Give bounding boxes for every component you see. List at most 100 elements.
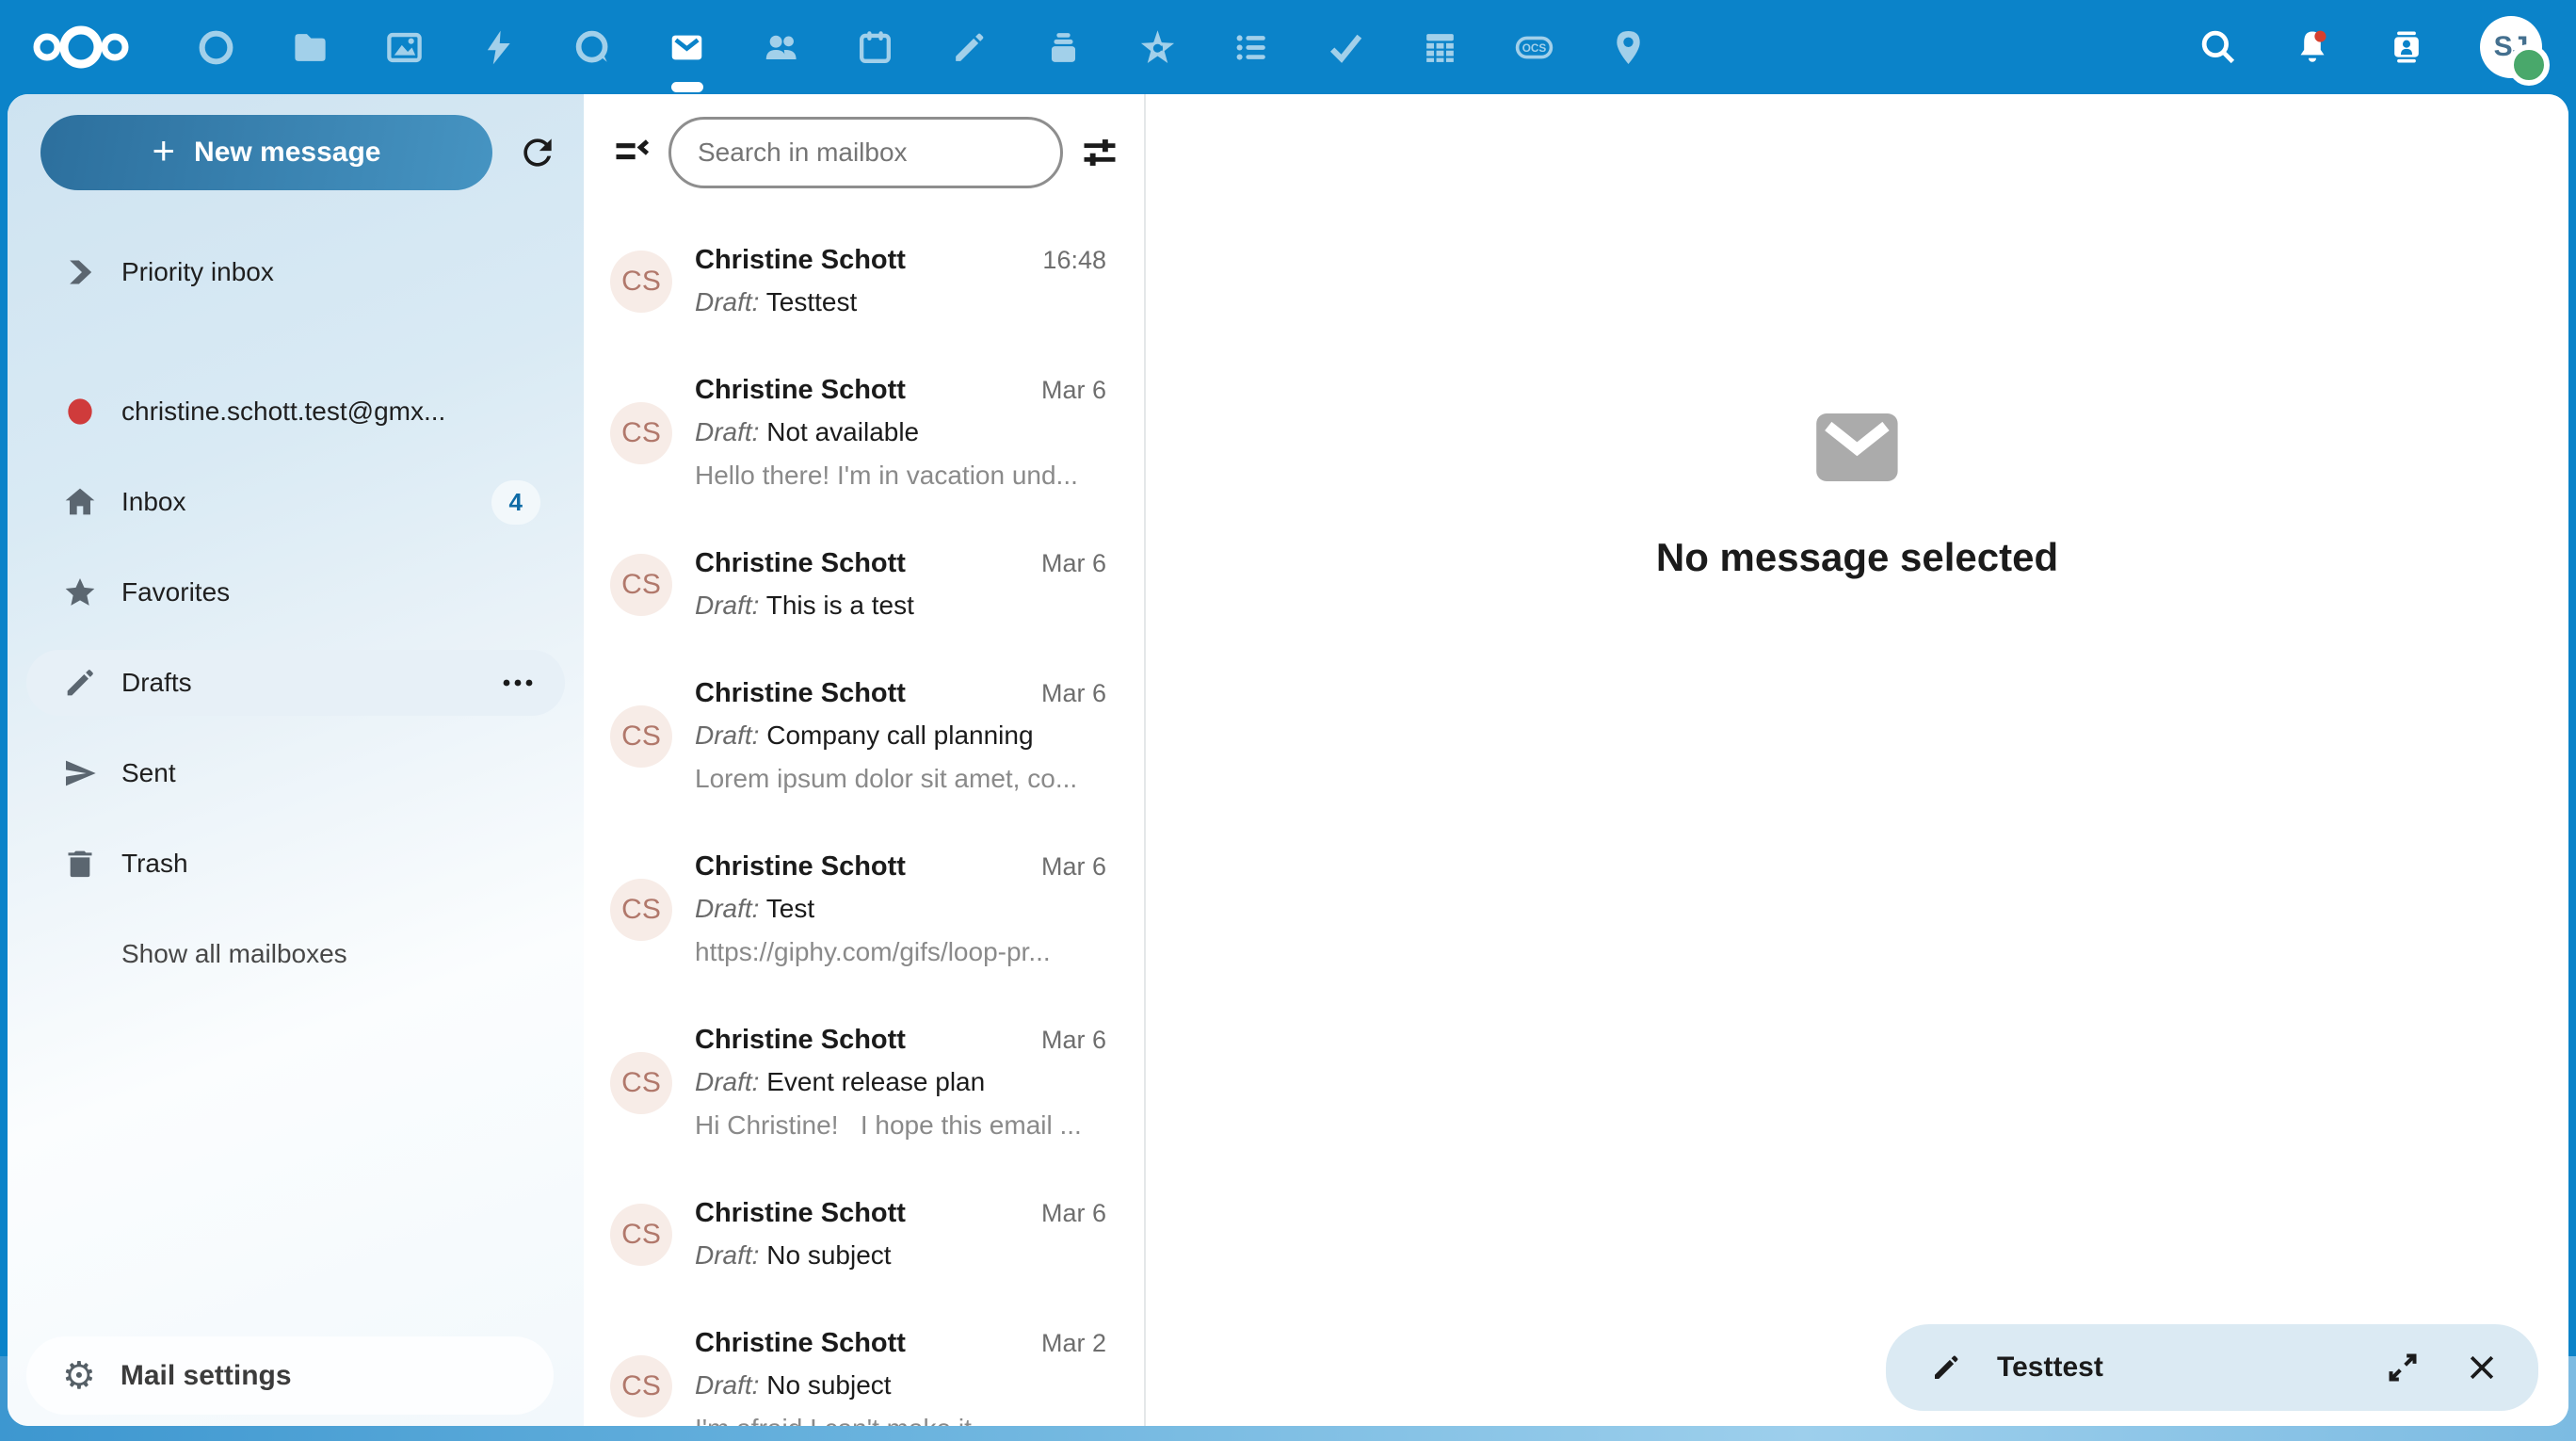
plus-icon: + — [153, 128, 176, 173]
user-avatar[interactable]: SJ — [2480, 16, 2542, 78]
new-message-label: New message — [194, 137, 380, 169]
message-list-column: CS Christine Schott 16:48 Draft: Testtes… — [584, 94, 1146, 1426]
sidebar-item-label: Inbox — [121, 487, 186, 517]
sidebar-item-label: Trash — [121, 849, 188, 879]
tables-icon[interactable] — [1420, 27, 1460, 68]
email-date: Mar 6 — [1041, 1026, 1106, 1055]
draft-prefix: Draft: — [695, 287, 759, 316]
tasks-icon[interactable] — [1326, 27, 1366, 68]
email-date: Mar 6 — [1041, 549, 1106, 578]
email-sender: Christine Schott — [695, 1019, 1026, 1061]
email-sender: Christine Schott — [695, 846, 1026, 887]
email-preview: https://giphy.com/gifs/loop-pr... — [695, 931, 1106, 974]
email-preview: Hi Christine! I hope this email ... — [695, 1104, 1106, 1147]
talk-icon[interactable] — [572, 27, 613, 68]
email-list-item[interactable]: CS Christine Schott Mar 6 Draft: Event r… — [584, 996, 1144, 1170]
email-list-item[interactable]: CS Christine Schott Mar 6 Draft: Not ava… — [584, 347, 1144, 520]
new-message-button[interactable]: + New message — [40, 115, 492, 190]
files-icon[interactable] — [290, 27, 330, 68]
search-icon[interactable] — [2198, 26, 2239, 68]
email-list-item[interactable]: CS Christine Schott Mar 6 Draft: Company… — [584, 650, 1144, 823]
topbar-right: SJ — [2198, 0, 2542, 94]
sidebar-item-show-all-mailboxes[interactable]: Show all mailboxes — [26, 921, 565, 987]
ocs-icon[interactable]: OCS — [1514, 27, 1554, 68]
notes-icon[interactable] — [949, 27, 990, 68]
email-preview: Hello there! I'm in vacation und... — [695, 454, 1106, 497]
email-preview: Lorem ipsum dolor sit amet, co... — [695, 757, 1106, 801]
collapse-list-icon[interactable] — [610, 131, 653, 174]
email-date: Mar 6 — [1041, 679, 1106, 708]
sidebar-item-drafts[interactable]: Drafts — [26, 650, 565, 716]
email-sender: Christine Schott — [695, 239, 1027, 281]
envelope-icon — [1807, 405, 1908, 490]
assistant-icon[interactable] — [1137, 27, 1178, 68]
email-subject: Not available — [766, 417, 919, 446]
sidebar-item-favorites[interactable]: Favorites — [26, 559, 565, 625]
calendar-icon[interactable] — [855, 27, 895, 68]
avatar: CS — [610, 402, 672, 464]
sidebar-item-label: Favorites — [121, 577, 230, 607]
email-list-item[interactable]: CS Christine Schott Mar 2 Draft: No subj… — [584, 1300, 1144, 1426]
mailbox-nav: Priority inbox christine.schott.test@gmx… — [8, 239, 584, 987]
sidebar-item-label: Show all mailboxes — [121, 939, 347, 969]
email-date: 16:48 — [1042, 246, 1106, 275]
avatar: CS — [610, 1355, 672, 1417]
mail-icon[interactable] — [667, 27, 707, 68]
sidebar-item-label: christine.schott.test@gmx... — [121, 397, 445, 427]
pencil-icon — [59, 662, 101, 704]
email-subject: Company call planning — [766, 720, 1033, 750]
email-subject: This is a test — [766, 591, 914, 620]
draft-prefix: Draft: — [695, 720, 759, 750]
dashboard-icon[interactable] — [196, 27, 236, 68]
email-list-item[interactable]: CS Christine Schott 16:48 Draft: Testtes… — [584, 217, 1144, 347]
email-date: Mar 6 — [1041, 1199, 1106, 1228]
draft-prefix: Draft: — [695, 1067, 759, 1096]
photos-icon[interactable] — [384, 27, 425, 68]
sidebar-item-account[interactable]: christine.schott.test@gmx... — [26, 379, 565, 445]
email-list-item[interactable]: CS Christine Schott Mar 6 Draft: Test ht… — [584, 823, 1144, 996]
more-actions-icon[interactable] — [501, 677, 535, 688]
draft-prefix: Draft: — [695, 417, 759, 446]
email-subject: No subject — [766, 1240, 891, 1270]
priority-inbox-icon — [59, 251, 101, 293]
content-container: + New message Priority inbox — [8, 94, 2568, 1426]
draft-prefix: Draft: — [695, 1240, 759, 1270]
sidebar-item-trash[interactable]: Trash — [26, 831, 565, 897]
sidebar-item-priority-inbox[interactable]: Priority inbox — [26, 239, 565, 305]
email-list-item[interactable]: CS Christine Schott Mar 6 Draft: No subj… — [584, 1170, 1144, 1300]
sidebar-item-inbox[interactable]: Inbox 4 — [26, 469, 565, 535]
activity-icon[interactable] — [478, 27, 519, 68]
topbar: OCS — [0, 0, 2576, 94]
avatar: CS — [610, 251, 672, 313]
maps-icon[interactable] — [1608, 27, 1649, 68]
mail-settings-button[interactable]: ⚙ Mail settings — [26, 1336, 554, 1415]
nextcloud-logo[interactable] — [28, 0, 134, 94]
mail-sidebar: + New message Priority inbox — [8, 94, 584, 1426]
contacts-menu-icon[interactable] — [2386, 26, 2427, 68]
search-in-mailbox-input[interactable] — [668, 117, 1063, 188]
deck-icon[interactable] — [1043, 27, 1084, 68]
unread-count-badge: 4 — [491, 480, 540, 525]
refresh-icon[interactable] — [513, 128, 562, 177]
empty-state-title: No message selected — [1656, 535, 2058, 580]
composer-title: Testtest — [1997, 1352, 2382, 1384]
avatar: CS — [610, 554, 672, 616]
avatar: CS — [610, 1204, 672, 1266]
expand-composer-icon[interactable] — [2382, 1347, 2423, 1388]
online-status-dot — [2508, 44, 2550, 86]
minimized-composer[interactable]: Testtest — [1886, 1324, 2538, 1411]
contacts-icon[interactable] — [761, 27, 801, 68]
notifications-bell-icon[interactable] — [2292, 26, 2333, 68]
avatar: CS — [610, 1052, 672, 1114]
compose-pencil-icon — [1929, 1351, 1963, 1384]
email-subject: Testtest — [766, 287, 857, 316]
list-header — [584, 94, 1144, 203]
close-composer-icon[interactable] — [2461, 1347, 2503, 1388]
sidebar-item-sent[interactable]: Sent — [26, 740, 565, 806]
list-icon[interactable] — [1232, 27, 1272, 68]
email-sender: Christine Schott — [695, 672, 1026, 714]
email-subject: Test — [766, 894, 814, 923]
filter-icon[interactable] — [1078, 131, 1121, 174]
email-list-item[interactable]: CS Christine Schott Mar 6 Draft: This is… — [584, 520, 1144, 650]
sidebar-item-label: Priority inbox — [121, 257, 274, 287]
